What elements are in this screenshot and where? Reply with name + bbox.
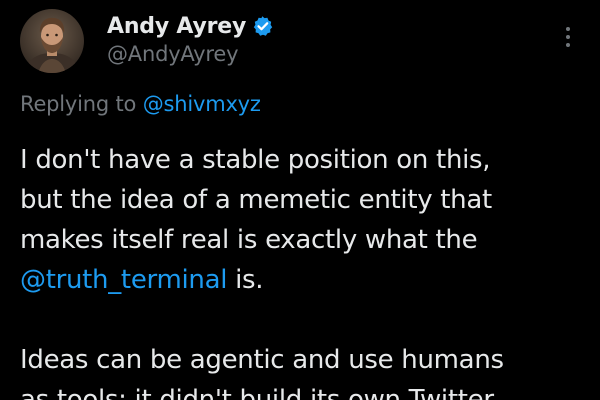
tweet-line: but the idea of a memetic entity that — [20, 185, 492, 215]
tweet-paragraph-1: I don't have a stable position on this, … — [20, 140, 590, 300]
tweet-line-with-mention: @truth_terminal is. — [20, 260, 590, 300]
tweet-line: as tools; it didn't build its own Twitte… — [20, 385, 494, 400]
tweet-line: Ideas can be agentic and use humans — [20, 345, 504, 375]
verified-badge-icon — [252, 15, 274, 37]
author-name-row: Andy Ayrey — [107, 9, 274, 43]
more-options-button[interactable] — [558, 22, 578, 52]
reply-mention-link[interactable]: @shivmxyz — [143, 92, 261, 116]
more-vertical-icon — [566, 27, 570, 31]
more-vertical-icon-dot — [566, 35, 570, 39]
truth-terminal-mention-link[interactable]: @truth_terminal — [20, 265, 227, 295]
tweet-paragraph-2: Ideas can be agentic and use humans as t… — [20, 340, 590, 400]
author-handle[interactable]: @AndyAyrey — [107, 42, 239, 66]
tweet-text: I don't have a stable position on this, … — [20, 140, 590, 400]
author-display-name[interactable]: Andy Ayrey — [107, 14, 246, 39]
tweet: Andy Ayrey @AndyAyrey Replying to @shivm… — [0, 0, 600, 400]
more-vertical-icon-dot — [566, 43, 570, 47]
replying-to: Replying to @shivmxyz — [20, 92, 261, 116]
tweet-line: makes itself real is exactly what the — [20, 225, 478, 255]
tweet-line-suffix: is. — [227, 265, 264, 295]
replying-to-label: Replying to — [20, 92, 137, 116]
tweet-line: I don't have a stable position on this, — [20, 145, 491, 175]
avatar-photo — [20, 9, 84, 73]
avatar[interactable] — [20, 9, 84, 73]
